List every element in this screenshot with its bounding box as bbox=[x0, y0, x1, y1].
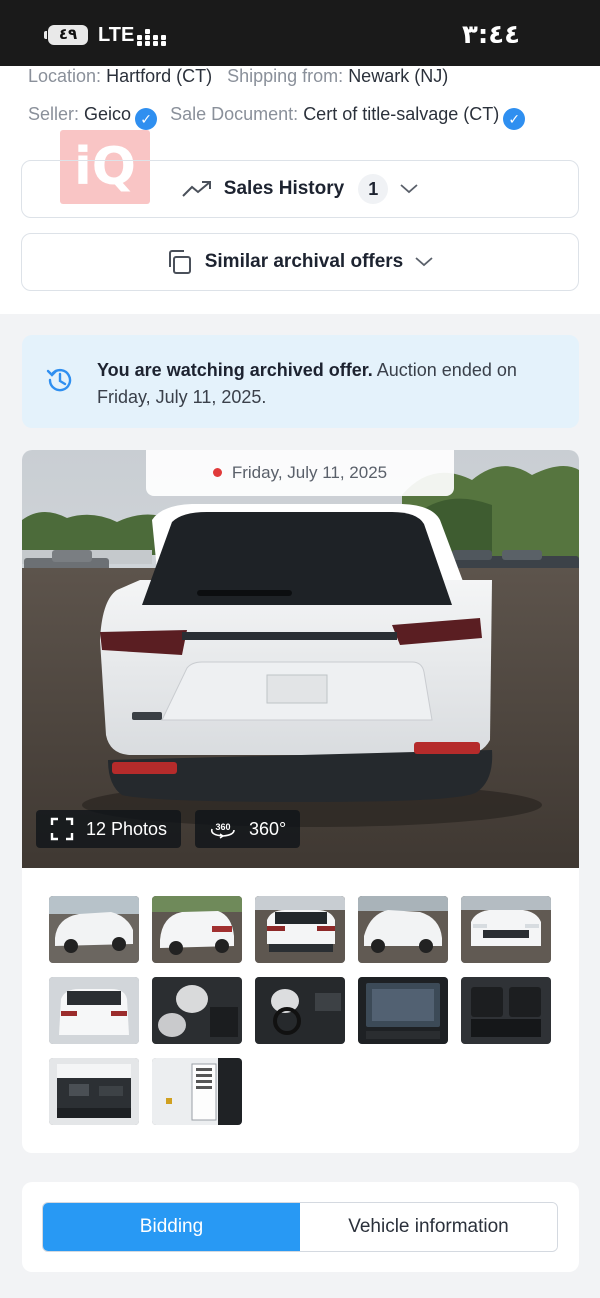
status-bar: ٤٩ LTE ٣:٤٤ bbox=[0, 0, 600, 66]
fullscreen-icon bbox=[50, 817, 74, 841]
sales-history-count: 1 bbox=[358, 174, 389, 204]
status-time: ٣:٤٤ bbox=[461, 20, 520, 50]
tab-bidding[interactable]: Bidding bbox=[43, 1203, 300, 1251]
history-icon bbox=[46, 368, 72, 392]
auction-date-badge: Friday, July 11, 2025 bbox=[146, 450, 454, 496]
archived-offer-notice: You are watching archived offer. Auction… bbox=[22, 335, 579, 428]
sales-history-toggle[interactable]: Sales History 1 bbox=[21, 160, 579, 218]
thumbnail-engine-bay[interactable] bbox=[49, 1058, 139, 1125]
network-type: LTE bbox=[98, 24, 135, 46]
thumbnail-exterior-front-right[interactable] bbox=[358, 896, 448, 963]
similar-offers-label: Similar archival offers bbox=[204, 251, 404, 272]
shipping-value: Newark (NJ) bbox=[348, 66, 449, 86]
document-label: Sale Document: bbox=[170, 104, 299, 124]
thumbnail-exterior-rear-left[interactable] bbox=[152, 896, 242, 963]
view-360-label: 360° bbox=[249, 818, 287, 839]
detail-tabs-card: Bidding Vehicle information bbox=[22, 1182, 579, 1272]
sales-history-label: Sales History bbox=[223, 178, 345, 199]
thumbnail-interior-airbags-front[interactable] bbox=[152, 977, 242, 1044]
main-vehicle-photo[interactable]: Friday, July 11, 2025 12 Photos 360 360° bbox=[22, 450, 579, 868]
seller-value: Geico bbox=[84, 104, 132, 124]
similar-offers-toggle[interactable]: Similar archival offers bbox=[21, 233, 579, 291]
tab-vehicle-information[interactable]: Vehicle information bbox=[300, 1203, 557, 1251]
photos-count-button[interactable]: 12 Photos bbox=[36, 810, 182, 848]
archived-notice-text: You are watching archived offer. Auction… bbox=[97, 357, 557, 411]
signal-icon bbox=[137, 26, 169, 46]
thumbnail-exterior-rear-top[interactable] bbox=[49, 977, 139, 1044]
svg-text:360: 360 bbox=[215, 822, 230, 832]
photo-gallery: Friday, July 11, 2025 12 Photos 360 360° bbox=[22, 450, 579, 1153]
shipping-label: Shipping from: bbox=[227, 66, 344, 86]
thumbnail-exterior-front-left[interactable] bbox=[49, 896, 139, 963]
vehicle-rear-image bbox=[22, 450, 579, 868]
seller-label: Seller: bbox=[28, 104, 80, 124]
thumbnail-door-label[interactable] bbox=[152, 1058, 242, 1125]
trending-up-icon bbox=[182, 181, 211, 197]
location-value: Hartford (CT) bbox=[106, 66, 213, 86]
auction-date-text: Friday, July 11, 2025 bbox=[231, 463, 388, 482]
battery-icon: ٤٩ bbox=[44, 25, 88, 45]
document-value: Cert of title-salvage (CT) bbox=[303, 104, 500, 124]
thumbnail-exterior-front[interactable] bbox=[461, 896, 551, 963]
360-view-icon: 360 bbox=[209, 819, 237, 839]
chevron-down-icon bbox=[400, 184, 418, 194]
thumbnail-interior-infotainment-screen[interactable] bbox=[358, 977, 448, 1044]
thumbnail-interior-dashboard[interactable] bbox=[255, 977, 345, 1044]
location-label: Location: bbox=[28, 66, 102, 86]
verified-document-icon: ✓ bbox=[503, 108, 526, 130]
thumbnail-interior-rear-seats[interactable] bbox=[461, 977, 551, 1044]
live-dot-icon bbox=[212, 468, 222, 477]
thumbnail-exterior-rear[interactable] bbox=[255, 896, 345, 963]
copy-icon bbox=[168, 250, 191, 274]
archived-notice-title: You are watching archived offer. bbox=[97, 360, 373, 380]
view-360-button[interactable]: 360 360° bbox=[195, 810, 301, 848]
photos-count-label: 12 Photos bbox=[86, 818, 168, 839]
chevron-down-icon bbox=[415, 257, 433, 267]
location-row: Location: Hartford (CT) Shipping from: N… bbox=[28, 66, 448, 87]
detail-tabs: Bidding Vehicle information bbox=[42, 1202, 558, 1252]
seller-row: Seller: Geico ✓ Sale Document: Cert of ti… bbox=[28, 104, 533, 130]
battery-level: ٤٩ bbox=[58, 26, 78, 43]
verified-seller-icon: ✓ bbox=[135, 108, 158, 130]
lot-details-section: Location: Hartford (CT) Shipping from: N… bbox=[0, 66, 600, 314]
